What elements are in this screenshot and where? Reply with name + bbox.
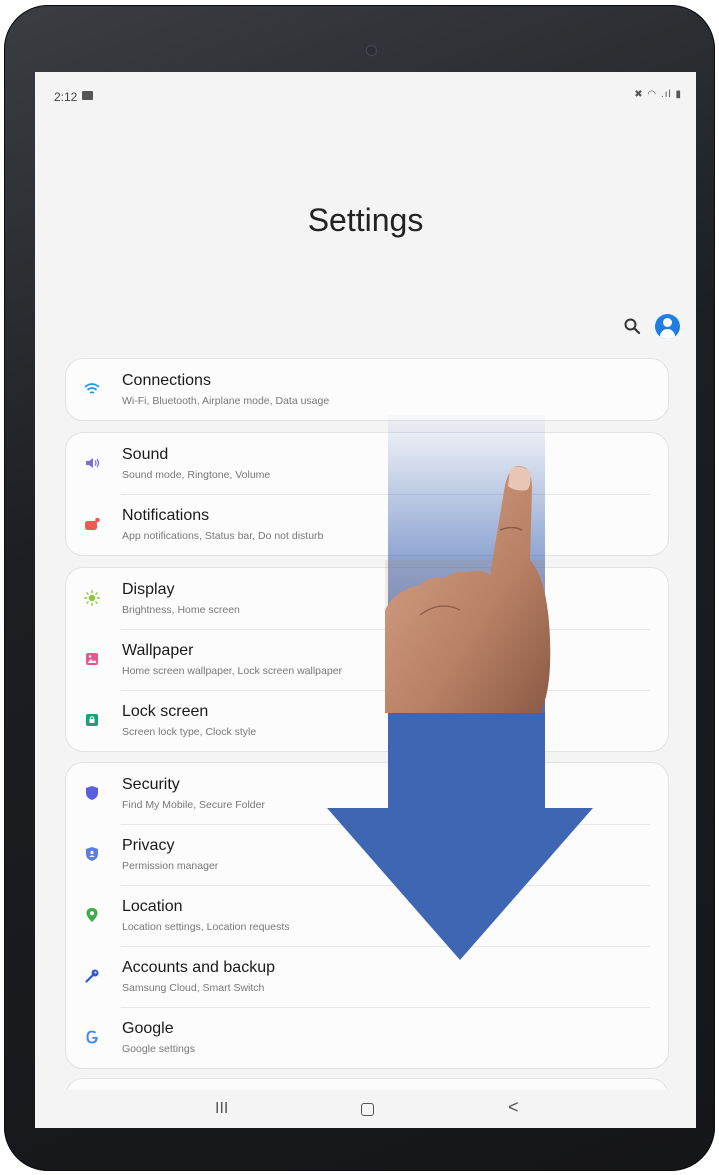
settings-item-subtitle: Location settings, Location requests [122, 921, 290, 933]
settings-group-connections: Connections Wi-Fi, Bluetooth, Airplane m… [65, 358, 669, 421]
settings-item-privacy[interactable]: Privacy Permission manager [66, 824, 668, 885]
settings-item-title: Wallpaper [122, 642, 194, 659]
settings-group-sound: Sound Sound mode, Ringtone, Volume Notif… [65, 432, 669, 556]
account-icon[interactable] [655, 314, 680, 339]
front-camera [366, 45, 377, 56]
settings-item-subtitle: Sound mode, Ringtone, Volume [122, 469, 271, 481]
settings-item-subtitle: Google settings [122, 1043, 195, 1055]
status-time: 2:12 [54, 90, 78, 104]
settings-item-location[interactable]: Location Location settings, Location req… [66, 885, 668, 946]
sound-icon [86, 458, 100, 468]
settings-group-display: Display Brightness, Home screen Wallpape… [65, 567, 669, 752]
settings-item-title: Location [122, 898, 183, 915]
privacy-shield-icon [86, 847, 98, 861]
settings-item-title: Privacy [122, 837, 175, 854]
page-title: Settings [307, 202, 424, 238]
shield-icon [86, 786, 98, 800]
settings-item-title: Accounts and backup [122, 959, 275, 976]
settings-item-security[interactable]: Security Find My Mobile, Secure Folder [66, 763, 668, 824]
key-icon [85, 969, 99, 983]
navigation-bar: III < [35, 1090, 696, 1128]
status-icons: ✖ ◠ .ıl ▮ [634, 89, 682, 100]
settings-item-notifications[interactable]: Notifications App notifications, Status … [66, 494, 668, 555]
settings-item-subtitle: Samsung Cloud, Smart Switch [122, 982, 265, 994]
settings-item-display[interactable]: Display Brightness, Home screen [66, 568, 668, 629]
home-button[interactable] [361, 1103, 374, 1116]
settings-item-title: Sound [122, 446, 169, 463]
recent-apps-button[interactable]: III [215, 1100, 228, 1118]
settings-item-subtitle: Wi-Fi, Bluetooth, Airplane mode, Data us… [122, 395, 330, 407]
settings-screen: 2:12 ✖ ◠ .ıl ▮ Settings Connections Wi-F… [35, 72, 696, 1128]
settings-item-lock-screen[interactable]: Lock screen Screen lock type, Clock styl… [66, 690, 668, 751]
settings-item-subtitle: App notifications, Status bar, Do not di… [122, 530, 324, 542]
settings-item-title: Connections [122, 372, 211, 389]
search-icon[interactable] [623, 317, 641, 335]
lock-icon [86, 714, 98, 726]
settings-item-title: Notifications [122, 507, 210, 524]
settings-item-title: Display [122, 581, 175, 598]
settings-item-accounts-backup[interactable]: Accounts and backup Samsung Cloud, Smart… [66, 946, 668, 1007]
settings-item-subtitle: Find My Mobile, Secure Folder [122, 799, 265, 811]
status-bar: 2:12 ✖ ◠ .ıl ▮ [35, 72, 696, 116]
location-pin-icon [86, 908, 98, 922]
settings-item-subtitle: Permission manager [122, 860, 219, 872]
settings-item-sound[interactable]: Sound Sound mode, Ringtone, Volume [66, 433, 668, 494]
settings-item-wallpaper[interactable]: Wallpaper Home screen wallpaper, Lock sc… [66, 629, 668, 690]
wallpaper-icon [86, 653, 98, 665]
settings-group-security: Security Find My Mobile, Secure Folder P… [65, 762, 669, 1069]
back-button[interactable]: < [508, 1097, 519, 1118]
settings-item-title: Google [122, 1020, 174, 1037]
google-icon [86, 1030, 98, 1044]
wifi-icon [84, 383, 100, 394]
settings-item-title: Security [122, 776, 180, 793]
settings-item-subtitle: Brightness, Home screen [122, 604, 240, 616]
settings-item-subtitle: Screen lock type, Clock style [122, 726, 257, 738]
settings-item-connections[interactable]: Connections Wi-Fi, Bluetooth, Airplane m… [66, 359, 668, 420]
notification-icon [85, 517, 100, 530]
settings-item-title: Lock screen [122, 703, 209, 720]
brightness-icon [84, 590, 100, 606]
settings-item-subtitle: Home screen wallpaper, Lock screen wallp… [122, 665, 343, 677]
gallery-notification-icon [82, 91, 93, 100]
settings-item-google[interactable]: Google Google settings [66, 1007, 668, 1068]
